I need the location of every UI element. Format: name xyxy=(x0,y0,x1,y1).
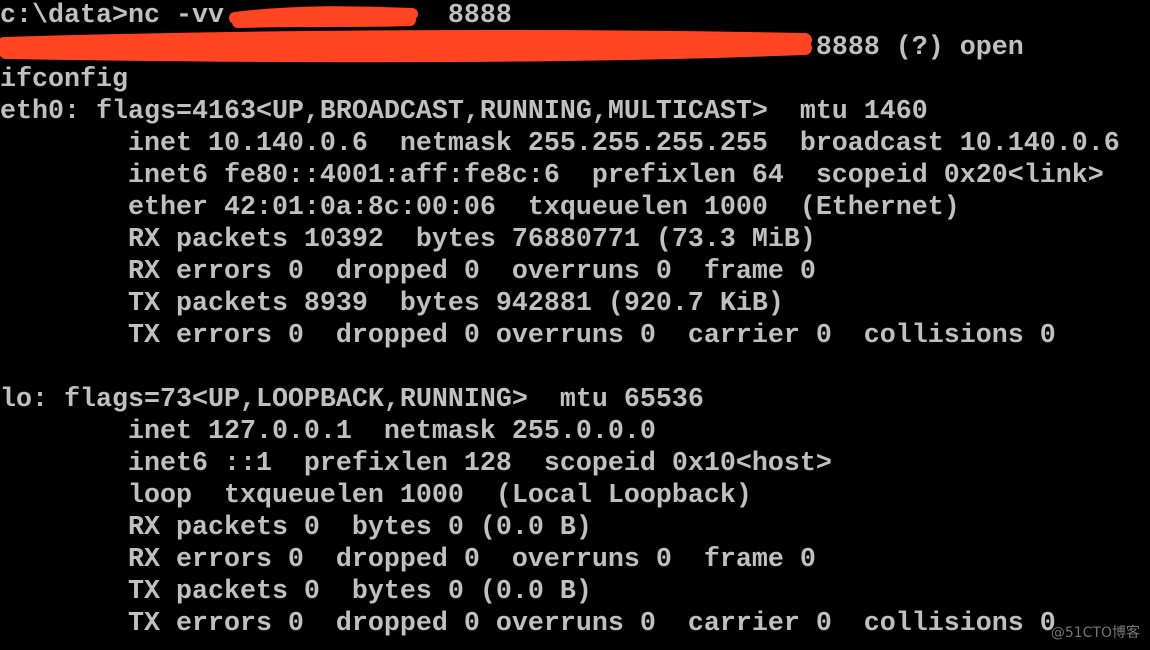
output-line: loop txqueuelen 1000 (Local Loopback) xyxy=(0,481,752,511)
output-line: TX packets 0 bytes 0 (0.0 B) xyxy=(0,577,592,607)
command-port: 8888 xyxy=(431,1,512,31)
output-line: inet 127.0.0.1 netmask 255.0.0.0 xyxy=(0,417,656,447)
output-line: RX errors 0 dropped 0 overruns 0 frame 0 xyxy=(0,257,816,287)
output-line: TX errors 0 dropped 0 overruns 0 carrier… xyxy=(0,321,1056,351)
output-line: TX packets 8939 bytes 942881 (920.7 KiB) xyxy=(0,289,784,319)
output-line: ifconfig xyxy=(0,65,128,95)
output-line: RX packets 0 bytes 0 (0.0 B) xyxy=(0,513,592,543)
redacted-host xyxy=(0,32,800,64)
watermark: @51CTO博客 xyxy=(1050,625,1140,641)
terminal-output: ifconfig eth0: flags=4163<UP,BROADCAST,RU… xyxy=(0,64,1150,640)
output-line: eth0: flags=4163<UP,BROADCAST,RUNNING,MU… xyxy=(0,97,928,127)
output-line: ether 42:01:0a:8c:00:06 txqueuelen 1000 … xyxy=(0,193,960,223)
connection-line: 8888 (?) open xyxy=(0,32,1150,64)
output-line: RX packets 10392 bytes 76880771 (73.3 Mi… xyxy=(0,225,816,255)
output-line: lo: flags=73<UP,LOOPBACK,RUNNING> mtu 65… xyxy=(0,385,704,415)
terminal-window[interactable]: c:\data>nc -vv 8888 8888 (?) open ifconf… xyxy=(0,0,1150,650)
command-line: c:\data>nc -vv 8888 xyxy=(0,0,1150,32)
output-line: inet6 ::1 prefixlen 128 scopeid 0x10<hos… xyxy=(0,449,832,479)
redacted-ip xyxy=(240,0,432,32)
output-line: TX errors 0 dropped 0 overruns 0 carrier… xyxy=(0,609,1056,639)
output-line: inet6 fe80::4001:aff:fe8c:6 prefixlen 64… xyxy=(0,161,1104,191)
connection-status: 8888 (?) open xyxy=(799,33,1024,63)
output-line: inet 10.140.0.6 netmask 255.255.255.255 … xyxy=(0,129,1120,159)
output-line: RX errors 0 dropped 0 overruns 0 frame 0 xyxy=(0,545,816,575)
command-prefix: c:\data>nc -vv xyxy=(0,1,240,31)
